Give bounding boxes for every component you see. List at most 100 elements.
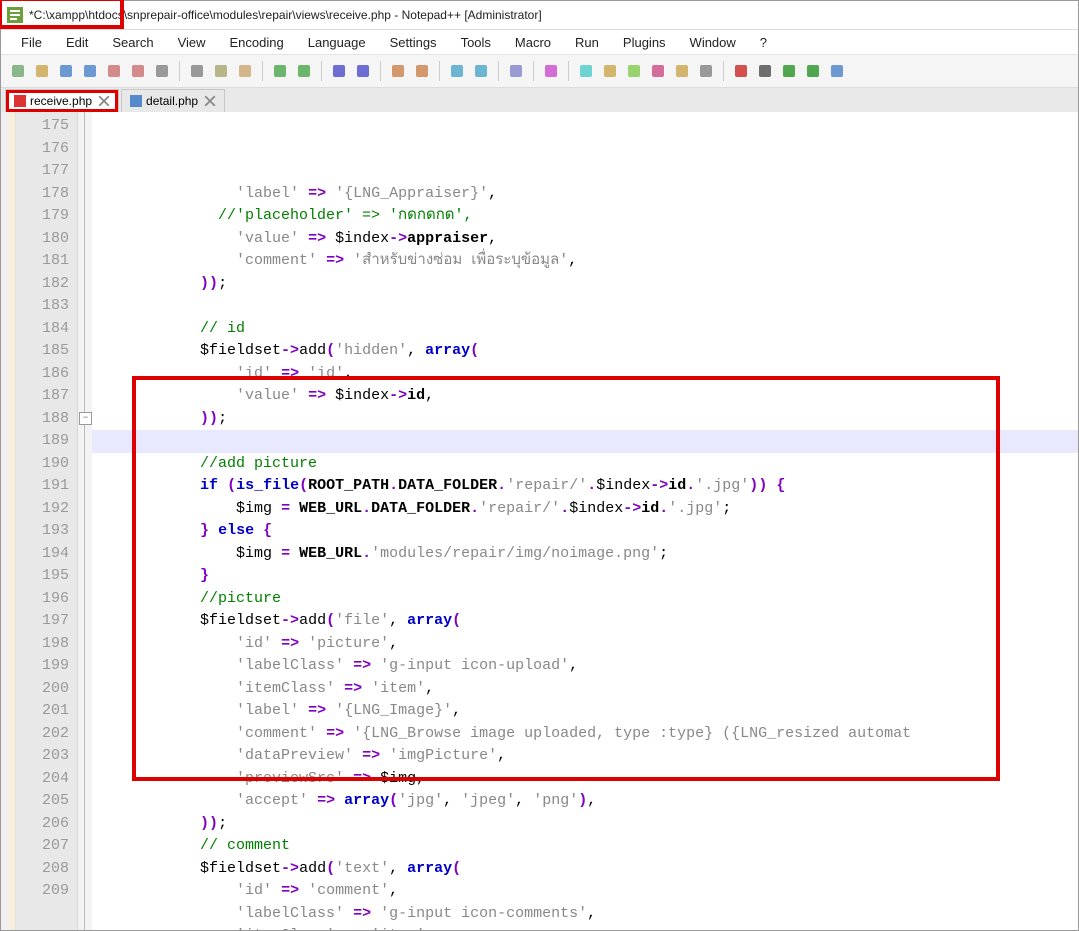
code-line[interactable]: 'value' => $index->appraiser,: [92, 228, 1078, 251]
copy-icon[interactable]: [210, 60, 232, 82]
doc-map-icon[interactable]: [623, 60, 645, 82]
code-line[interactable]: 'previewSrc' => $img,: [92, 768, 1078, 791]
save-macro-icon[interactable]: [826, 60, 848, 82]
fold-margin[interactable]: −: [78, 112, 92, 930]
play-multi-icon[interactable]: [802, 60, 824, 82]
code-line[interactable]: 'labelClass' => 'g-input icon-comments',: [92, 903, 1078, 926]
code-line[interactable]: // id: [92, 318, 1078, 341]
indent-guide-icon[interactable]: [575, 60, 597, 82]
close-icon[interactable]: [103, 60, 125, 82]
redo-icon[interactable]: [293, 60, 315, 82]
code-line[interactable]: $fieldset->add('file', array(: [92, 610, 1078, 633]
tab-detail-php[interactable]: detail.php: [121, 89, 225, 112]
find-icon[interactable]: [328, 60, 350, 82]
record-icon[interactable]: [730, 60, 752, 82]
code-line[interactable]: 'dataPreview' => 'imgPicture',: [92, 745, 1078, 768]
menu-tools[interactable]: Tools: [451, 33, 501, 52]
code-line[interactable]: //'placeholder' => 'กดกดกด',: [92, 205, 1078, 228]
menu-help[interactable]: ?: [750, 33, 777, 52]
close-all-icon[interactable]: [127, 60, 149, 82]
code-line[interactable]: 'itemClass' => 'item',: [92, 678, 1078, 701]
code-line[interactable]: [92, 430, 1078, 453]
folder-icon[interactable]: [671, 60, 693, 82]
new-icon[interactable]: [7, 60, 29, 82]
change-margin: [9, 112, 16, 930]
print-icon[interactable]: [151, 60, 173, 82]
window-title: *C:\xampp\htdocs\snprepair-office\module…: [29, 8, 542, 22]
open-icon[interactable]: [31, 60, 53, 82]
menu-encoding[interactable]: Encoding: [220, 33, 294, 52]
code-line[interactable]: 'labelClass' => 'g-input icon-upload',: [92, 655, 1078, 678]
code-line[interactable]: 'id' => 'comment',: [92, 880, 1078, 903]
code-line[interactable]: } else {: [92, 520, 1078, 543]
func-list-icon[interactable]: [647, 60, 669, 82]
menu-search[interactable]: Search: [102, 33, 163, 52]
undo-icon[interactable]: [269, 60, 291, 82]
code-line[interactable]: ));: [92, 408, 1078, 431]
menu-plugins[interactable]: Plugins: [613, 33, 676, 52]
menu-edit[interactable]: Edit: [56, 33, 98, 52]
code-line[interactable]: 'itemClass' => 'item',: [92, 925, 1078, 930]
stop-icon[interactable]: [754, 60, 776, 82]
wrap-icon[interactable]: [505, 60, 527, 82]
line-number-gutter: 1751761771781791801811821831841851861871…: [16, 112, 78, 930]
app-icon: [7, 7, 23, 23]
save-icon[interactable]: [55, 60, 77, 82]
tab-label: receive.php: [30, 94, 92, 108]
code-line[interactable]: $fieldset->add('text', array(: [92, 858, 1078, 881]
menu-file[interactable]: File: [11, 33, 52, 52]
all-chars-icon[interactable]: [540, 60, 562, 82]
code-line[interactable]: $fieldset->add('hidden', array(: [92, 340, 1078, 363]
code-line[interactable]: $img = WEB_URL.DATA_FOLDER.'repair/'.$in…: [92, 498, 1078, 521]
code-line[interactable]: if (is_file(ROOT_PATH.DATA_FOLDER.'repai…: [92, 475, 1078, 498]
code-line[interactable]: }: [92, 565, 1078, 588]
play-icon[interactable]: [778, 60, 800, 82]
menu-view[interactable]: View: [168, 33, 216, 52]
code-line[interactable]: 'comment' => 'สำหรับข่างซ่อม เพื่อระบุข้…: [92, 250, 1078, 273]
app-window: *C:\xampp\htdocs\snprepair-office\module…: [0, 0, 1079, 931]
titlebar: *C:\xampp\htdocs\snprepair-office\module…: [1, 1, 1078, 30]
tab-label: detail.php: [146, 94, 198, 108]
code-line[interactable]: 'id' => 'id',: [92, 363, 1078, 386]
tab-bar: receive.php detail.php: [1, 88, 1078, 112]
tab-receive-php[interactable]: receive.php: [5, 89, 119, 112]
bookmark-margin: [1, 112, 9, 930]
code-line[interactable]: ));: [92, 273, 1078, 296]
tab-close-icon[interactable]: [204, 95, 216, 107]
monitor-icon[interactable]: [695, 60, 717, 82]
editor[interactable]: 1751761771781791801811821831841851861871…: [1, 112, 1078, 930]
menu-settings[interactable]: Settings: [380, 33, 447, 52]
menu-language[interactable]: Language: [298, 33, 376, 52]
menubar: FileEditSearch ViewEncodingLanguageSettin…: [1, 30, 1078, 54]
paste-icon[interactable]: [234, 60, 256, 82]
code-line[interactable]: 'value' => $index->id,: [92, 385, 1078, 408]
code-line[interactable]: ));: [92, 813, 1078, 836]
zoom-in-icon[interactable]: [387, 60, 409, 82]
code-line[interactable]: 'label' => '{LNG_Image}',: [92, 700, 1078, 723]
save-all-icon[interactable]: [79, 60, 101, 82]
code-line[interactable]: 'label' => '{LNG_Appraiser}',: [92, 183, 1078, 206]
tab-close-icon[interactable]: [98, 95, 110, 107]
menu-run[interactable]: Run: [565, 33, 609, 52]
code-line[interactable]: 'comment' => '{LNG_Browse image uploaded…: [92, 723, 1078, 746]
cut-icon[interactable]: [186, 60, 208, 82]
code-line[interactable]: [92, 295, 1078, 318]
menu-macro[interactable]: Macro: [505, 33, 561, 52]
replace-icon[interactable]: [352, 60, 374, 82]
code-line[interactable]: //picture: [92, 588, 1078, 611]
code-line[interactable]: $img = WEB_URL.'modules/repair/img/noima…: [92, 543, 1078, 566]
code-line[interactable]: 'accept' => array('jpg', 'jpeg', 'png'),: [92, 790, 1078, 813]
code-line[interactable]: // comment: [92, 835, 1078, 858]
code-line[interactable]: //add picture: [92, 453, 1078, 476]
saved-icon: [130, 95, 142, 107]
toolbar: [1, 54, 1078, 88]
sync-v-icon[interactable]: [446, 60, 468, 82]
sync-h-icon[interactable]: [470, 60, 492, 82]
zoom-out-icon[interactable]: [411, 60, 433, 82]
code-area[interactable]: 'label' => '{LNG_Appraiser}', //'placeho…: [92, 112, 1078, 930]
unsaved-icon: [14, 95, 26, 107]
code-line[interactable]: 'id' => 'picture',: [92, 633, 1078, 656]
menu-window[interactable]: Window: [680, 33, 746, 52]
lang-icon[interactable]: [599, 60, 621, 82]
fold-toggle-icon[interactable]: −: [79, 412, 92, 425]
